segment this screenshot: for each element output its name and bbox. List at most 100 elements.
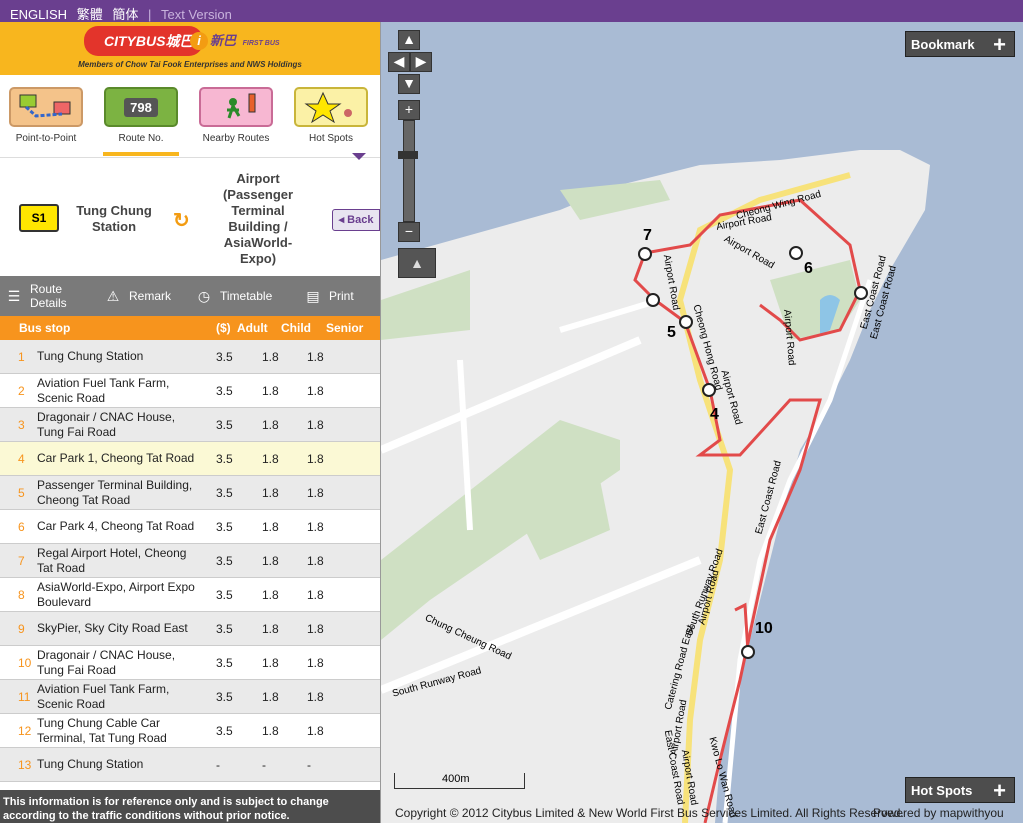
zoom-in-icon[interactable]: + (398, 100, 420, 120)
tab-point-to-point[interactable]: Point-to-Point (8, 87, 84, 144)
route-origin: Tung Chung Station (76, 203, 152, 234)
senior-fare: - (307, 758, 311, 772)
remark-button[interactable]: ⚠ Remark (103, 276, 171, 316)
tab-route-no[interactable]: 798 Route No. (103, 87, 179, 156)
table-row[interactable]: 9 SkyPier, Sky City Road East 3.5 1.8 1.8 (0, 612, 380, 646)
adult-fare: 3.5 (216, 452, 233, 466)
col-currency: ($) (216, 321, 231, 335)
powered-by: Powered by mapwithyou (873, 806, 1004, 820)
tab-nearby-routes[interactable]: Nearby Routes (198, 87, 274, 144)
adult-fare: 3.5 (216, 418, 233, 432)
bookmark-plus-icon: + (993, 32, 1006, 57)
tab-collapse-arrow-icon[interactable] (352, 153, 366, 160)
stop-name: Dragonair / CNAC House, Tung Fai Road (37, 647, 176, 677)
hong-kong-overview-icon[interactable]: ▲ (398, 248, 436, 278)
main-tabs: Point-to-Point 798 Route No. Nearby Rout… (0, 75, 380, 158)
table-row[interactable]: 1 Tung Chung Station 3.5 1.8 1.8 (0, 340, 380, 374)
stop-number: 3 (18, 418, 25, 432)
col-adult: Adult (237, 321, 268, 335)
print-pdf-icon: ▤ (306, 287, 320, 304)
nearby-routes-icon (199, 87, 273, 127)
lang-english-link[interactable]: ENGLISH (10, 7, 67, 22)
back-button[interactable]: ◂ Back (332, 209, 380, 231)
child-fare: 1.8 (262, 588, 279, 602)
zoom-slider[interactable] (398, 120, 418, 222)
table-row[interactable]: 10 Dragonair / CNAC House, Tung Fai Road 3… (0, 646, 380, 680)
stop-name: Tung Chung Station (37, 349, 144, 363)
senior-fare: 1.8 (307, 690, 324, 704)
table-row[interactable]: 4 Car Park 1, Cheong Tat Road 3.5 1.8 1.8 (0, 442, 380, 476)
pan-down-icon[interactable]: ▼ (398, 74, 420, 94)
stop-number: 5 (18, 486, 25, 500)
fare-table-body: 1 Tung Chung Station 3.5 1.8 1.8 2 Aviation Fu… (0, 340, 380, 782)
hot-spots-button[interactable]: Hot Spots + (905, 777, 1015, 803)
active-tab-indicator (103, 152, 179, 156)
table-row[interactable]: 3 Dragonair / CNAC House, Tung Fai Road 3.… (0, 408, 380, 442)
stop-name: Tung Chung Cable Car Terminal, Tat Tung … (37, 715, 167, 745)
senior-fare: 1.8 (307, 418, 324, 432)
senior-fare: 1.8 (307, 452, 324, 466)
tab-point-to-point-label: Point-to-Point (15, 133, 77, 144)
pan-up-icon[interactable]: ▲ (398, 30, 420, 50)
clock-icon: ◷ (197, 287, 211, 304)
print-button[interactable]: ▤ Print (303, 276, 353, 316)
senior-fare: 1.8 (307, 554, 324, 568)
adult-fare: - (216, 758, 220, 772)
stop-name: Aviation Fuel Tank Farm, Scenic Road (37, 681, 170, 711)
adult-fare: 3.5 (216, 554, 233, 568)
table-row[interactable]: 5 Passenger Terminal Building, Cheong Tat… (0, 476, 380, 510)
map-zoom-controls: ▲ ◀ ▶ ▼ + − ▲ (388, 30, 436, 278)
firstbus-logo: i 新巴 FIRST BUS (190, 30, 280, 50)
table-row[interactable]: 2 Aviation Fuel Tank Farm, Scenic Road 3.5… (0, 374, 380, 408)
bookmark-label: Bookmark (911, 37, 975, 52)
child-fare: 1.8 (262, 690, 279, 704)
zoom-out-icon[interactable]: − (398, 222, 420, 242)
route-header: S1 Tung Chung Station ↻ Airport (Passeng… (0, 163, 380, 276)
stop-marker-label: 6 (804, 260, 813, 277)
list-icon: ☰ (7, 287, 21, 304)
scale-label: 400m (442, 773, 470, 785)
side-panel: CITYBUS城巴 i 新巴 FIRST BUS Members of Chow … (0, 22, 381, 823)
route-details-label: Route Details (30, 282, 67, 310)
stop-name: AsiaWorld-Expo, Airport Expo Boulevard (37, 579, 195, 609)
pan-right-icon[interactable]: ▶ (410, 52, 432, 72)
reverse-direction-icon[interactable]: ↻ (173, 208, 190, 233)
stop-name: Car Park 4, Cheong Tat Road (37, 519, 195, 533)
stop-marker-label: 5 (667, 324, 676, 341)
route-map[interactable]: Cheong Wing Road Airport Road Airport Ro… (381, 22, 1023, 823)
stop-name: Car Park 1, Cheong Tat Road (37, 451, 195, 465)
bookmark-button[interactable]: Bookmark + (905, 31, 1015, 57)
hot-spots-icon (294, 87, 368, 127)
table-row[interactable]: 12 Tung Chung Cable Car Terminal, Tat Tun… (0, 714, 380, 748)
stop-name: Tung Chung Station (37, 757, 144, 771)
text-version-link[interactable]: Text Version (161, 7, 232, 22)
map-scale-bar: 400m (394, 773, 525, 789)
stop-marker-label: 10 (755, 620, 773, 637)
stop-number: 2 (18, 384, 25, 398)
child-fare: 1.8 (262, 486, 279, 500)
table-row[interactable]: 11 Aviation Fuel Tank Farm, Scenic Road 3.… (0, 680, 380, 714)
timetable-button[interactable]: ◷ Timetable (194, 276, 272, 316)
table-row[interactable]: 8 AsiaWorld-Expo, Airport Expo Boulevard 3… (0, 578, 380, 612)
lang-simplified-link[interactable]: 簡体 (112, 7, 138, 22)
zoom-slider-handle[interactable] (398, 151, 418, 159)
col-senior: Senior (326, 321, 364, 335)
senior-fare: 1.8 (307, 384, 324, 398)
table-row[interactable]: 6 Car Park 4, Cheong Tat Road 3.5 1.8 1.8 (0, 510, 380, 544)
route-details-button[interactable]: ☰ Route Details (4, 276, 94, 316)
stop-number: 10 (18, 656, 32, 670)
child-fare: - (262, 758, 266, 772)
table-row[interactable]: 13 Tung Chung Station - - - (0, 748, 380, 782)
stop-number: 1 (18, 350, 25, 364)
route-number-badge: S1 (19, 204, 59, 232)
map-canvas (381, 150, 930, 823)
senior-fare: 1.8 (307, 350, 324, 364)
table-row[interactable]: 7 Regal Airport Hotel, Cheong Tat Road 3.5… (0, 544, 380, 578)
adult-fare: 3.5 (216, 690, 233, 704)
hot-spots-map-label: Hot Spots (911, 783, 973, 798)
stop-number: 7 (18, 554, 25, 568)
pan-left-icon[interactable]: ◀ (388, 52, 410, 72)
lang-traditional-link[interactable]: 繁體 (77, 7, 103, 22)
tab-hot-spots[interactable]: Hot Spots (293, 87, 369, 144)
brand-tagline: Members of Chow Tai Fook Enterprises and… (78, 60, 302, 69)
